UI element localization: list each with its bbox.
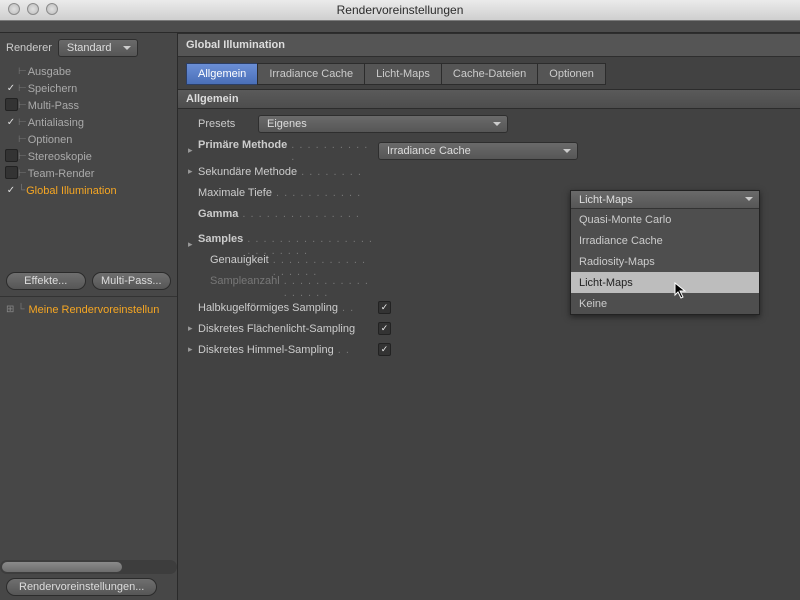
toolbar-stub [0,21,800,33]
tab-irradiance-cache[interactable]: Irradiance Cache [257,63,365,85]
checkbox[interactable] [5,149,18,162]
hemispherical-label: Halbkugelförmiges Sampling [198,302,338,314]
row-secondary-method: ▸ Sekundäre Methode. . . . . . . . [188,161,790,182]
tree-item-multipass[interactable]: ⊢Multi-Pass [0,97,177,114]
samples-label: Samples [198,233,243,245]
sidebar: Renderer Standard ⊢Ausgabe ✓⊢Speichern ⊢… [0,33,178,600]
window-controls [8,3,58,15]
tab-licht-maps[interactable]: Licht-Maps [364,63,442,85]
dropdown-current[interactable]: Licht-Maps [571,191,759,209]
secondary-method-dropdown-open[interactable]: Licht-Maps Quasi-Monte Carlo Irradiance … [570,190,760,315]
sky-sampling-checkbox[interactable]: ✓ [378,343,391,356]
dropdown-option-keine[interactable]: Keine [571,293,759,314]
hemispherical-checkbox[interactable]: ✓ [378,301,391,314]
samplecount-label: Sampleanzahl [210,275,280,287]
area-sampling-checkbox[interactable]: ✓ [378,322,391,335]
presets-label: Presets [198,118,235,130]
tree-item-stereoskopie[interactable]: ⊢Stereoskopie [0,148,177,165]
secondary-method-label: Sekundäre Methode [198,166,297,178]
expand-icon: ⊞ [6,304,14,315]
titlebar: Rendervoreinstellungen [0,0,800,21]
dropdown-option-lichtmaps[interactable]: Licht-Maps [571,272,759,293]
dropdown-option-irradiance[interactable]: Irradiance Cache [571,230,759,251]
tab-optionen[interactable]: Optionen [537,63,606,85]
primary-method-dropdown[interactable]: Irradiance Cache [378,142,578,160]
disclosure-icon[interactable]: ▸ [188,344,198,355]
disclosure-icon[interactable]: ▸ [188,145,198,156]
section-allgemein: Allgemein [178,89,800,109]
gamma-label: Gamma [198,208,238,220]
dropdown-option-qmc[interactable]: Quasi-Monte Carlo [571,209,759,230]
effects-button[interactable]: Effekte... [6,272,86,290]
max-depth-label: Maximale Tiefe [198,187,272,199]
tree-item-global-illumination[interactable]: ✓└Global Illumination [0,182,177,199]
row-presets: Presets Eigenes [188,113,790,134]
row-sky-sampling: ▸ Diskretes Himmel-Sampling. . ✓ [188,339,790,360]
panel-title: Global Illumination [178,33,800,57]
zoom-icon[interactable] [46,3,58,15]
scrollbar-thumb[interactable] [2,562,122,572]
preset-row[interactable]: ⊞ └ Meine Rendervoreinstellun [6,301,171,319]
sky-sampling-label: Diskretes Himmel-Sampling [198,344,334,356]
renderer-dropdown[interactable]: Standard [58,39,138,57]
dropdown-option-radiosity[interactable]: Radiosity-Maps [571,251,759,272]
tree-item-ausgabe[interactable]: ⊢Ausgabe [0,63,177,80]
bottom-tab[interactable]: Rendervoreinstellungen... [6,578,157,596]
row-area-sampling: ▸ Diskretes Flächenlicht-Sampling ✓ [188,318,790,339]
tree-item-speichern[interactable]: ✓⊢Speichern [0,80,177,97]
row-primary-method: ▸ Primäre Methode. . . . . . . . . . . I… [188,140,790,161]
preset-label: Meine Rendervoreinstellun [28,304,159,316]
tab-allgemein[interactable]: Allgemein [186,63,258,85]
close-icon[interactable] [8,3,20,15]
checkbox[interactable] [5,166,18,179]
disclosure-icon[interactable]: ▸ [188,166,198,177]
tree-item-optionen[interactable]: ⊢Optionen [0,131,177,148]
content-panel: Global Illumination Allgemein Irradiance… [178,33,800,600]
area-sampling-label: Diskretes Flächenlicht-Sampling [198,323,355,335]
tree-item-antialiasing[interactable]: ✓⊢Antialiasing [0,114,177,131]
presets-dropdown[interactable]: Eigenes [258,115,508,133]
disclosure-icon[interactable]: ▸ [188,323,198,334]
checkbox[interactable] [5,98,18,111]
accuracy-label: Genauigkeit [210,254,269,266]
minimize-icon[interactable] [27,3,39,15]
primary-method-label: Primäre Methode [198,139,287,151]
tabs: Allgemein Irradiance Cache Licht-Maps Ca… [178,57,800,85]
tree-item-teamrender[interactable]: ⊢Team-Render [0,165,177,182]
window-title: Rendervoreinstellungen [337,3,464,17]
render-settings-tree: ⊢Ausgabe ✓⊢Speichern ⊢Multi-Pass ✓⊢Antia… [0,61,177,266]
multipass-button[interactable]: Multi-Pass... [92,272,172,290]
renderer-label: Renderer [6,42,52,54]
renderer-value: Standard [67,42,112,54]
sidebar-scrollbar[interactable] [0,560,177,574]
tab-cache-dateien[interactable]: Cache-Dateien [441,63,538,85]
disclosure-icon[interactable]: ▸ [188,239,198,250]
